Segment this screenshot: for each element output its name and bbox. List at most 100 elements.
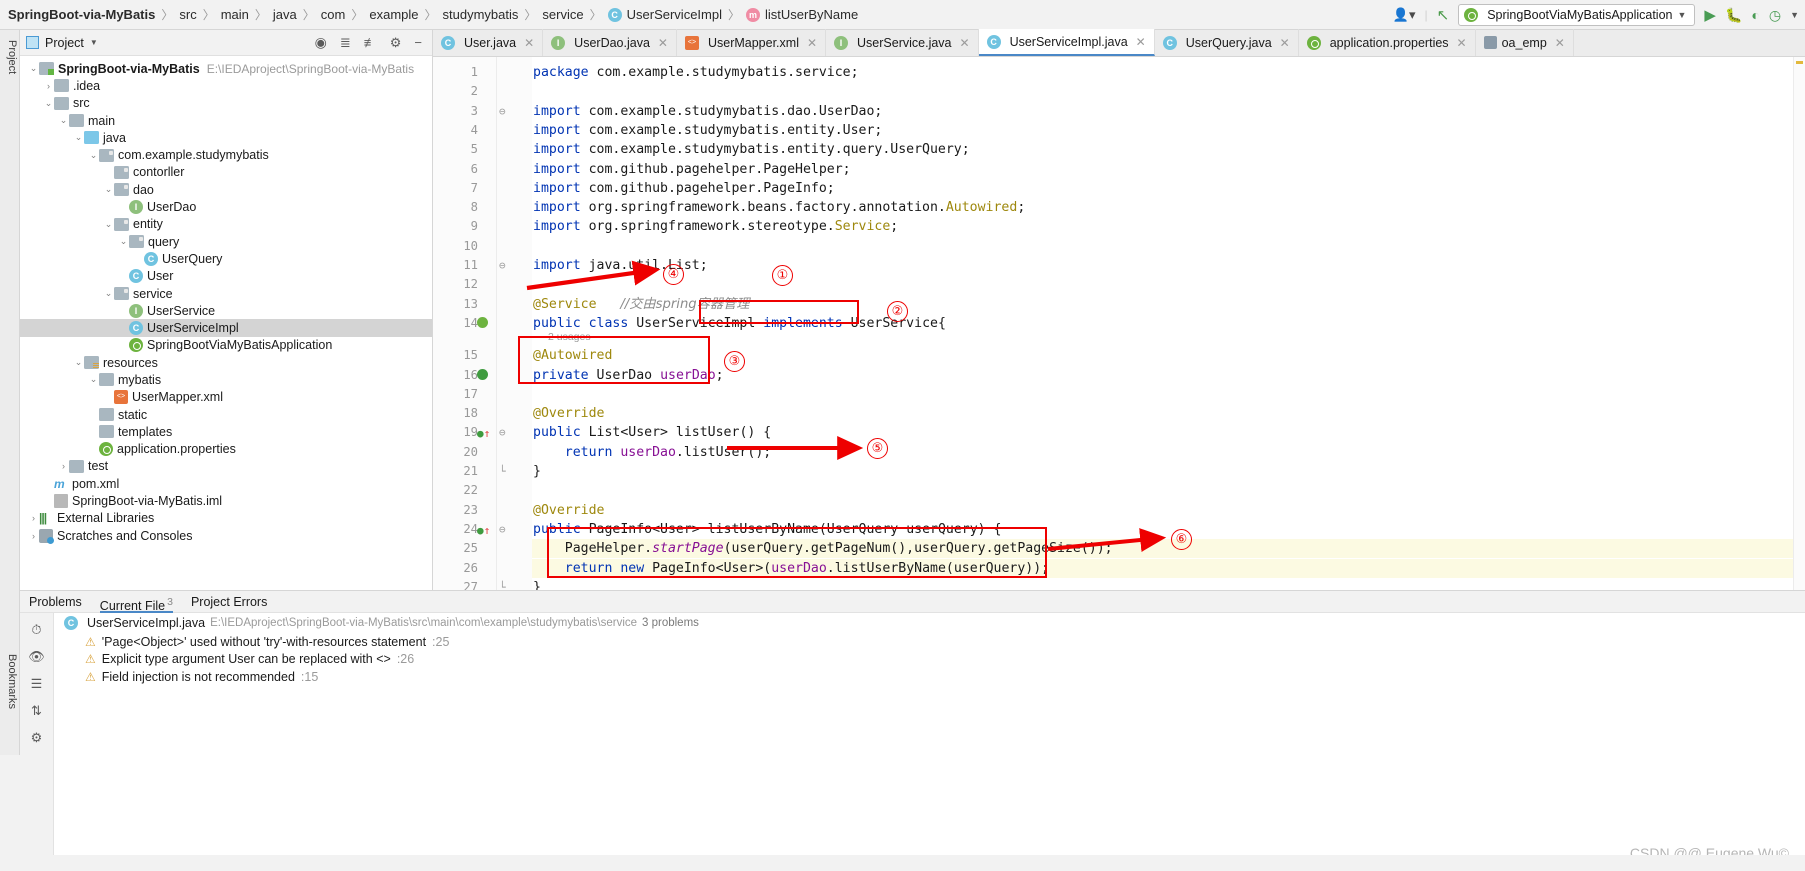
close-icon[interactable]: ✕ — [960, 36, 970, 50]
tree-node[interactable]: C UserServiceImpl — [20, 319, 432, 337]
arrow-up-left-icon[interactable]: ↖ — [1437, 6, 1450, 24]
sidebar-tab-project[interactable]: Project — [3, 34, 21, 80]
tree-node[interactable]: static — [20, 406, 432, 423]
code-line[interactable]: import com.github.pagehelper.PageInfo; — [533, 179, 835, 198]
collapse-all-icon[interactable]: ≢ — [364, 35, 377, 50]
editor-tab[interactable]: application.properties ✕ — [1299, 29, 1476, 56]
tree-node[interactable]: I UserDao — [20, 198, 432, 215]
warning-stripe-mark[interactable] — [1796, 61, 1803, 64]
chevron-down-icon[interactable]: ⌄ — [103, 219, 114, 230]
tree-node[interactable]: ⌄ main — [20, 112, 432, 129]
chevron-down-icon[interactable]: ⌄ — [28, 63, 39, 74]
problem-row[interactable]: ⚠ 'Page<Object>' used without 'try'-with-… — [54, 633, 1805, 651]
code-line[interactable]: @Override — [533, 501, 604, 520]
tree-node[interactable]: C User — [20, 268, 432, 285]
chevron-down-icon[interactable]: ⌄ — [73, 357, 84, 368]
list-icon[interactable]: ☰ — [28, 676, 46, 694]
user-icon[interactable]: 👤▾ — [1393, 7, 1416, 23]
editor-tab[interactable]: C User.java ✕ — [433, 29, 544, 56]
chevron-down-icon[interactable]: ⌄ — [103, 184, 114, 195]
breadcrumb-item[interactable]: studymybatis — [443, 7, 519, 22]
breadcrumb-item[interactable]: com — [321, 7, 346, 22]
tree-node[interactable]: ⌄ dao — [20, 181, 432, 198]
code-line[interactable]: package com.example.studymybatis.service… — [533, 63, 859, 82]
override-at-icon[interactable]: ●↑ — [477, 523, 499, 537]
close-icon[interactable]: ✕ — [1555, 36, 1565, 50]
chevron-down-icon[interactable]: ▼ — [1677, 10, 1686, 20]
chevron-right-icon[interactable]: › — [43, 81, 54, 91]
breadcrumb[interactable]: SpringBoot-via-MyBatis 〉 src 〉 main 〉 java 〉 com… — [8, 6, 858, 23]
tree-node[interactable]: SpringBootViaMyBatisApplication — [20, 337, 432, 354]
tree-node[interactable]: contorller — [20, 164, 432, 181]
impl-arrow-icon[interactable] — [477, 368, 488, 380]
problems-tab[interactable]: Problems — [29, 595, 82, 609]
tree-node[interactable]: › Scratches and Consoles — [20, 527, 432, 544]
code-line[interactable]: @Override — [533, 404, 604, 423]
tree-node[interactable]: ⌄ entity — [20, 216, 432, 233]
close-icon[interactable]: ✕ — [807, 36, 817, 50]
code-fold-marker[interactable]: ⊖ — [499, 520, 506, 539]
chevron-down-icon[interactable]: ⌄ — [88, 150, 99, 161]
editor-tab[interactable]: I UserService.java ✕ — [826, 29, 979, 56]
close-icon[interactable]: ✕ — [658, 36, 668, 50]
problems-file-header[interactable]: C UserServiceImpl.java E:\IEDAproject\Sp… — [54, 613, 1805, 633]
profiler-icon[interactable]: ◷ — [1769, 7, 1781, 24]
code-line[interactable]: public List<User> listUser() { — [533, 423, 771, 442]
tree-node[interactable]: ⌄ com.example.studymybatis — [20, 146, 432, 163]
settings-icon[interactable]: ⚙ — [28, 730, 46, 748]
chevron-down-icon[interactable]: ⌄ — [73, 132, 84, 143]
tree-node[interactable]: ⌄ java — [20, 129, 432, 146]
code-fold-marker[interactable]: └ — [499, 462, 506, 481]
tree-node[interactable]: m pom.xml — [20, 475, 432, 492]
problems-rows[interactable]: ⚠ 'Page<Object>' used without 'try'-with-… — [54, 633, 1805, 686]
problem-row[interactable]: ⚠ Field injection is not recommended:15 — [54, 668, 1805, 686]
tree-node[interactable]: › ||| External Libraries — [20, 510, 432, 527]
locate-icon[interactable]: ◉ — [315, 34, 327, 51]
chevron-down-icon[interactable]: ⌄ — [88, 374, 99, 385]
chevron-right-icon[interactable]: › — [58, 461, 69, 471]
close-icon[interactable]: ✕ — [1280, 36, 1290, 50]
chevron-down-icon[interactable]: ▼ — [90, 38, 98, 47]
problems-list[interactable]: C UserServiceImpl.java E:\IEDAproject\Sp… — [54, 613, 1805, 855]
breadcrumb-item[interactable]: m listUserByName — [746, 7, 858, 22]
breadcrumb-item[interactable]: main — [221, 7, 249, 22]
chevron-down-icon[interactable]: ▼ — [1790, 10, 1799, 20]
close-icon[interactable]: ✕ — [1457, 36, 1467, 50]
project-tree[interactable]: ⌄ SpringBoot-via-MyBatis E:\IEDAproject\Sp… — [20, 56, 432, 544]
chevron-down-icon[interactable]: ⌄ — [103, 288, 114, 299]
hide-icon[interactable]: − — [414, 35, 422, 50]
problems-tab[interactable]: Current File 3 — [99, 591, 173, 613]
code-line[interactable]: import org.springframework.beans.factory… — [533, 198, 1025, 217]
gear-icon[interactable]: ⚙ — [390, 35, 402, 51]
chevron-down-icon[interactable]: ⌄ — [118, 236, 129, 247]
chevron-right-icon[interactable]: › — [28, 513, 39, 523]
tree-node[interactable]: application.properties — [20, 441, 432, 458]
tree-node[interactable]: SpringBoot-via-MyBatis.iml — [20, 492, 432, 509]
problems-tab[interactable]: Project Errors — [191, 595, 267, 609]
editor-tab[interactable]: C UserQuery.java ✕ — [1155, 29, 1299, 56]
code-line[interactable]: import com.github.pagehelper.PageHelper; — [533, 160, 851, 179]
expand-all-icon[interactable]: ≣ — [340, 35, 351, 51]
code-editor[interactable]: 1 package com.example.studymybatis.servic… — [433, 57, 1805, 595]
code-content[interactable]: 1 package com.example.studymybatis.servic… — [433, 57, 1805, 595]
override-icon[interactable]: ●↑ — [477, 426, 499, 440]
editor-tab[interactable]: I UserDao.java ✕ — [543, 29, 677, 56]
chevron-down-icon[interactable]: ⌄ — [43, 98, 54, 109]
chevron-down-icon[interactable]: ⌄ — [58, 115, 69, 126]
debug-bug-icon[interactable]: 🐛 — [1725, 7, 1742, 24]
sidebar-tab-bookmarks[interactable]: Bookmarks — [3, 648, 21, 715]
code-fold-marker[interactable]: ⊖ — [499, 102, 506, 121]
history-icon[interactable]: ⏱ — [28, 622, 46, 640]
tree-node[interactable]: ⌄ src — [20, 95, 432, 112]
code-line[interactable]: return userDao.listUser(); — [533, 443, 771, 462]
chevron-right-icon[interactable]: › — [28, 531, 39, 541]
editor-error-stripe[interactable] — [1793, 57, 1805, 590]
editor-tab-bar[interactable]: C User.java ✕ I UserDao.java ✕ <> UserMapper.xm… — [433, 29, 1805, 57]
problems-tab-bar[interactable]: Problems Current File 3 Project Errors — [20, 591, 1805, 613]
tree-node[interactable]: ⌄ resources — [20, 354, 432, 371]
tree-node[interactable]: ⌄ mybatis — [20, 371, 432, 388]
tree-node[interactable]: I UserService — [20, 302, 432, 319]
tree-node[interactable]: ⌄ SpringBoot-via-MyBatis E:\IEDAproject\Sp… — [20, 60, 432, 77]
tree-node[interactable]: ⌄ service — [20, 285, 432, 302]
tree-node[interactable]: ⌄ query — [20, 233, 432, 250]
